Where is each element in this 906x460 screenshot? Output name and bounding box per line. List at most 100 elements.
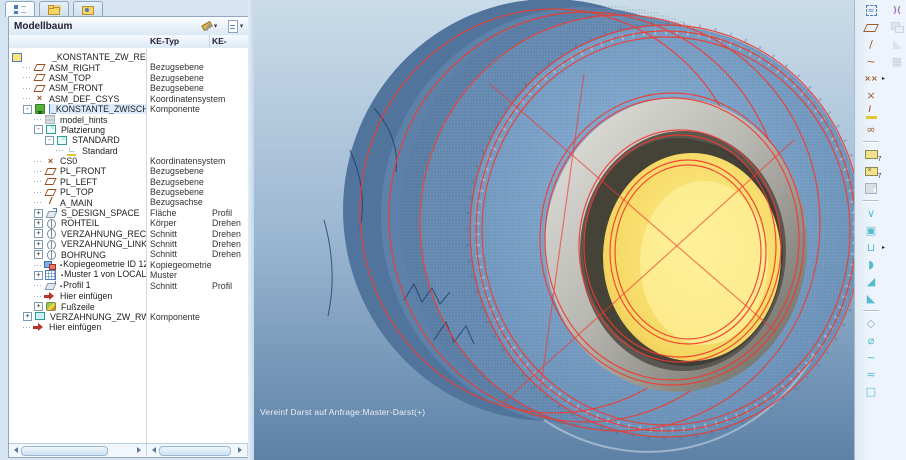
note-display-toggle-icon (865, 183, 877, 194)
datum-tag-display-toggle[interactable] (861, 146, 881, 163)
tree-item-label[interactable]: PL_LEFT (59, 177, 98, 187)
boundary-blend-tool[interactable]: □ (861, 383, 881, 400)
expand-icon[interactable]: + (23, 312, 32, 321)
datum-csys-tool[interactable]: × (861, 87, 881, 104)
round-tool[interactable]: ◗ (861, 256, 881, 273)
tree-item-label[interactable]: PL_FRONT (59, 166, 107, 176)
tree-item-type: Schnitt (150, 249, 177, 259)
tree-item-label[interactable]: PL_TOP (59, 187, 95, 197)
tree-item-label[interactable]: A_MAIN (59, 198, 94, 208)
revolve-icon (45, 218, 58, 228)
favorites-tab[interactable] (73, 1, 103, 17)
style-tool[interactable]: ≈ (861, 2, 881, 19)
mirror-tool[interactable]: )( (888, 2, 906, 19)
scroll-left-icon[interactable] (11, 447, 18, 453)
expand-icon[interactable]: + (34, 240, 43, 249)
tree-item-type: Bezugsachse (150, 197, 203, 207)
insert-icon (44, 291, 57, 301)
type-column-scrollbar[interactable] (147, 444, 248, 456)
sweep-tool[interactable]: ~ (861, 349, 881, 366)
tree-item-label[interactable]: Kopiegeometrie ID 1241 (59, 260, 146, 270)
3d-viewport[interactable] (254, 0, 854, 460)
surface-fill-tool[interactable]: ◇ (861, 315, 881, 332)
tree-row: A_MAIN Bezugsachse (9, 197, 248, 207)
expand-icon[interactable]: + (34, 250, 43, 259)
chain-tool-icon: ∞ (866, 122, 875, 138)
tree-item-label[interactable]: ASM_TOP (48, 73, 92, 83)
scrollbar-thumb[interactable] (21, 446, 108, 456)
expand-icon[interactable]: + (34, 271, 43, 280)
tree-item-label[interactable]: ROHTEIL (60, 218, 100, 228)
tree-item-label[interactable]: Muster 1 von LOCAL_GROUP (60, 270, 146, 280)
tree-item-label[interactable]: _KONSTANTE_ZWISCHENWELLE (49, 104, 146, 114)
sketch-tool[interactable] (861, 104, 881, 121)
chamfer-tool[interactable]: ◢ (861, 273, 881, 290)
note-display-toggle[interactable] (861, 180, 881, 197)
rib-tool[interactable]: ◣ (861, 290, 881, 307)
datum-curve-tool[interactable]: ~ (861, 53, 881, 70)
tree-columns-button[interactable]: ▾ (222, 19, 248, 34)
tree-item-label[interactable]: Fußzeile (60, 302, 96, 312)
tree-item-label[interactable]: ASM_RIGHT (48, 63, 101, 73)
tree-connector (34, 161, 42, 162)
collapse-icon[interactable]: - (34, 125, 43, 134)
expand-icon[interactable]: + (34, 219, 43, 228)
tree-scrollbars (9, 443, 248, 457)
tree-item-subtype: Profil (212, 281, 232, 291)
scroll-right-icon[interactable] (238, 447, 245, 453)
column-header-type[interactable]: KE-Typ (150, 36, 179, 46)
scroll-right-icon[interactable] (137, 447, 144, 453)
tree-item-label[interactable]: Platzierung (60, 125, 106, 135)
scrollbar-thumb[interactable] (159, 446, 231, 456)
hole-tool[interactable]: ∨ (861, 205, 881, 222)
tree-connector (23, 327, 31, 328)
blend-tool-icon: ≈ (866, 367, 875, 383)
tree-connector (34, 202, 42, 203)
tree-item-type: Schnitt (150, 281, 177, 291)
tree-item-label[interactable]: VERZAHNUNG_LINKS (60, 239, 146, 249)
expand-icon[interactable]: + (34, 302, 43, 311)
tree-item-label[interactable]: S_DESIGN_SPACE (60, 208, 141, 218)
datum-point-tool[interactable]: ××▸ (861, 70, 881, 87)
tree-row: ASM_DEF_CSYSKoordinatensystem (9, 94, 248, 104)
tree-item-label[interactable]: Standard (81, 146, 119, 156)
revolve-tool[interactable]: ⌀ (861, 332, 881, 349)
model-tree-icon (13, 4, 27, 15)
orient-icon (66, 146, 79, 156)
tree-item-label[interactable]: BOHRUNG (60, 250, 107, 260)
flyout-arrow-icon[interactable]: ▸ (882, 75, 885, 82)
tree-item-label[interactable]: Hier einfügen (48, 322, 102, 332)
expand-icon[interactable]: + (34, 229, 43, 238)
tree-item-label[interactable]: VERZAHNUNG_RECHTS (60, 229, 146, 239)
tree-item-label[interactable]: _KONSTANTE_ZW_REF.ASM (51, 52, 146, 62)
name-column-scrollbar[interactable] (9, 444, 147, 456)
tree-item-label[interactable]: model_hints (59, 115, 108, 125)
tree-filters-button[interactable]: ▾ (196, 19, 222, 34)
tree-item-label[interactable]: ASM_FRONT (48, 83, 104, 93)
extrude-tool[interactable]: ⊔▸ (861, 239, 881, 256)
shell-tool[interactable]: ▣ (861, 222, 881, 239)
collapse-icon[interactable]: - (45, 136, 54, 145)
tree-item-label[interactable]: Profil 1 (59, 281, 92, 291)
tree-item-type: Fläche (150, 208, 176, 218)
expand-icon[interactable]: + (34, 209, 43, 218)
tree-pane-divider[interactable] (146, 48, 147, 443)
tree-item-label[interactable]: ASM_DEF_CSYS (48, 94, 120, 104)
tree-item-label[interactable]: Hier einfügen (59, 291, 113, 301)
tree-item-label[interactable]: VERZAHNUNG_ZW_RW_RAD1.PRT (49, 312, 146, 322)
collapse-icon[interactable]: - (23, 105, 32, 114)
chain-tool[interactable]: ∞ (861, 121, 881, 138)
scroll-left-icon[interactable] (149, 447, 156, 453)
datum-plane-tool[interactable] (861, 19, 881, 36)
model-tree-tab[interactable] (5, 1, 35, 17)
folder-browser-tab[interactable] (39, 1, 69, 17)
tree-connector (23, 67, 31, 68)
tree-item-type: Koordinatensystem (150, 156, 225, 166)
flyout-arrow-icon[interactable]: ▸ (882, 244, 885, 251)
csys-tag-display-toggle[interactable] (861, 163, 881, 180)
tree-item-label[interactable]: STANDARD (71, 135, 121, 145)
blend-tool[interactable]: ≈ (861, 366, 881, 383)
tree-item-label[interactable]: CS0 (59, 156, 78, 166)
datum-axis-tool[interactable]: / (861, 36, 881, 53)
tree-row: +VERZAHNUNG_RECHTSSchnittDrehen (9, 229, 248, 239)
